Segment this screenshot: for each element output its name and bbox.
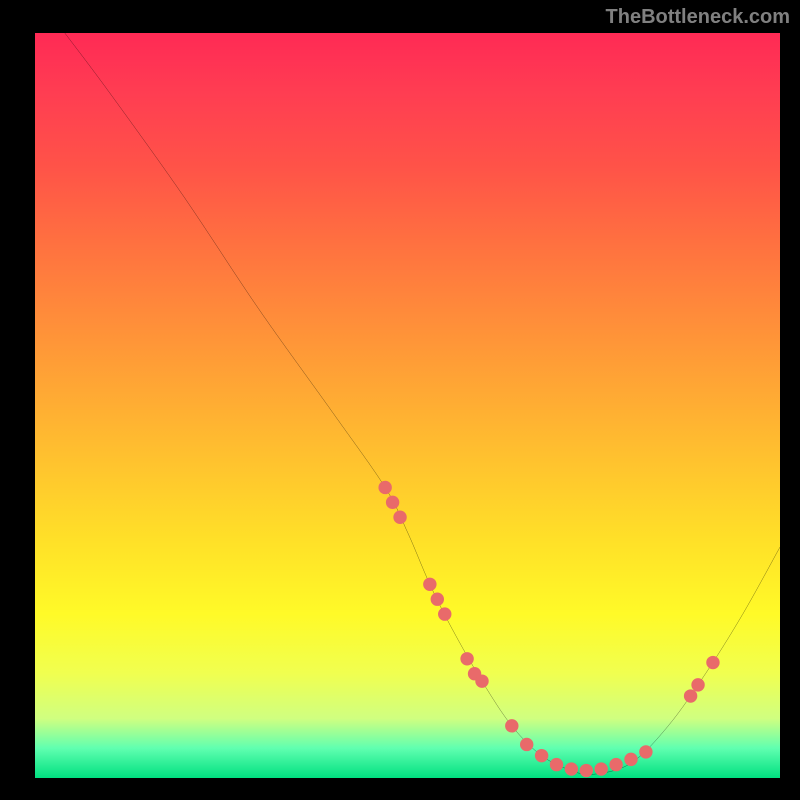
marker-dot — [393, 511, 406, 524]
marker-dot — [438, 607, 451, 620]
marker-dot — [475, 674, 488, 687]
bottleneck-curve — [65, 33, 780, 775]
marker-dot — [378, 481, 391, 494]
marker-dot — [684, 689, 697, 702]
marker-dot — [580, 764, 593, 777]
marker-dot — [691, 678, 704, 691]
marker-dot — [565, 762, 578, 775]
marker-dot — [460, 652, 473, 665]
curve-markers — [378, 481, 719, 778]
watermark-text: TheBottleneck.com — [606, 6, 790, 29]
marker-dot — [639, 745, 652, 758]
curve-svg — [35, 33, 780, 778]
chart-container: TheBottleneck.com — [0, 0, 800, 800]
marker-dot — [624, 753, 637, 766]
plot-area — [35, 33, 780, 778]
marker-dot — [431, 592, 444, 605]
marker-dot — [423, 578, 436, 591]
marker-dot — [550, 758, 563, 771]
marker-dot — [535, 749, 548, 762]
marker-dot — [706, 656, 719, 669]
marker-dot — [520, 738, 533, 751]
marker-dot — [386, 496, 399, 509]
marker-dot — [609, 758, 622, 771]
marker-dot — [594, 762, 607, 775]
marker-dot — [505, 719, 518, 732]
